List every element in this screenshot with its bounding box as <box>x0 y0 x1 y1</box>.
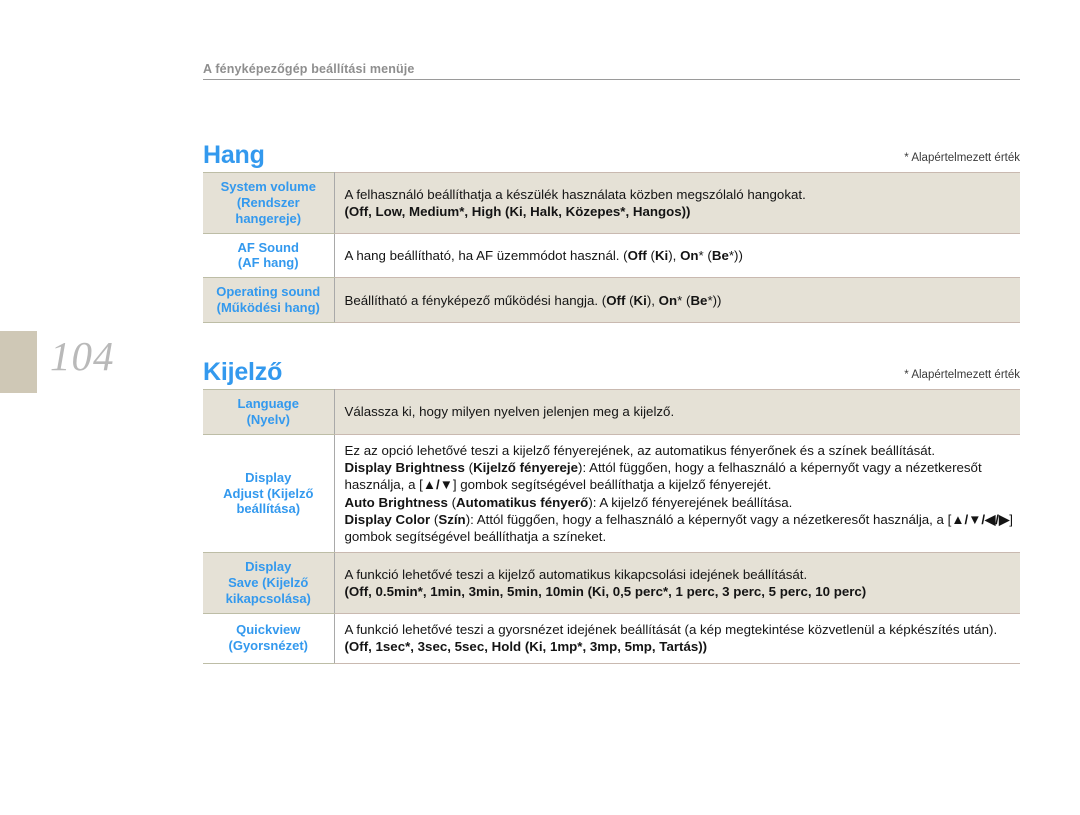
body-line: Válassza ki, hogy milyen nyelven jelenje… <box>344 404 675 420</box>
row-body-system-volume: A felhasználó beállíthatja a készülék ha… <box>334 172 1020 234</box>
body-line: Ez az opció lehetővé teszi a kijelző fén… <box>344 442 936 458</box>
row-label-hu-line2: hangereje) <box>235 210 302 226</box>
row-label-hu-line1: Adjust (Kijelző <box>223 485 314 501</box>
section-sound-head: Hang * Alapértelmezett érték <box>203 132 1020 168</box>
section-display-default-note: * Alapértelmezett érték <box>904 369 1020 381</box>
row-label-hu-line1: (AF hang) <box>237 255 299 271</box>
row-label-hu-line1: (Nyelv) <box>246 411 290 427</box>
row-label-language: Language (Nyelv) <box>203 389 335 435</box>
body-line-bold: (Off, 0.5min*, 1min, 3min, 5min, 10min (… <box>344 584 867 600</box>
section-sound-title: Hang <box>203 141 265 169</box>
body-line: Display Brightness (Kijelző fényereje): … <box>344 460 982 493</box>
row-body-af-sound: A hang beállítható, ha AF üzemmódot hasz… <box>334 232 1020 279</box>
row-label-en: System volume <box>220 179 316 194</box>
section-display: Kijelző * Alapértelmezett érték Language… <box>203 349 1020 664</box>
table-row: Language (Nyelv) Válassza ki, hogy milye… <box>203 389 1020 435</box>
table-row: Operating sound (Működési hang) Beállíth… <box>203 277 1020 324</box>
body-line-bold: (Off, 1sec*, 3sec, 5sec, Hold (Ki, 1mp*,… <box>344 639 708 655</box>
section-sound-default-note: * Alapértelmezett érték <box>904 152 1020 164</box>
page-number-decoration-block <box>0 331 37 393</box>
row-label-hu-line2: kikapcsolása) <box>225 591 311 607</box>
row-label-en: Display <box>245 469 292 485</box>
body-line: A funkció lehetővé teszi a kijelző autom… <box>344 566 808 582</box>
row-label-en: AF Sound <box>237 239 299 255</box>
table-row: AF Sound (AF hang) A hang beállítható, h… <box>203 232 1020 279</box>
body-line: Beállítható a fényképező működési hangja… <box>344 292 722 308</box>
row-body-display-adjust: Ez az opció lehetővé teszi a kijelző fén… <box>334 433 1020 554</box>
row-label-system-volume: System volume (Rendszer hangereje) <box>203 172 335 234</box>
section-display-title: Kijelző <box>203 358 283 386</box>
table-row: Display Adjust (Kijelző beállítása) Ez a… <box>203 433 1020 554</box>
row-body-language: Válassza ki, hogy milyen nyelven jelenje… <box>334 389 1020 435</box>
table-row: System volume (Rendszer hangereje) A fel… <box>203 172 1020 234</box>
row-label-en: Quickview <box>236 622 301 638</box>
sound-settings-table: System volume (Rendszer hangereje) A fel… <box>203 172 1020 324</box>
row-label-en: Operating sound <box>216 284 321 300</box>
row-label-en: Language <box>237 396 299 411</box>
table-row: Quickview (Gyorsnézet) A funkció lehetőv… <box>203 612 1020 664</box>
page-number: 104 <box>50 333 115 379</box>
body-line: Auto Brightness (Automatikus fényerő): A… <box>344 494 793 510</box>
row-label-display-adjust: Display Adjust (Kijelző beállítása) <box>203 433 335 554</box>
running-header-text: A fényképezőgép beállítási menüje <box>203 62 415 76</box>
section-display-head: Kijelző * Alapértelmezett érték <box>203 349 1020 385</box>
row-label-quickview: Quickview (Gyorsnézet) <box>203 612 335 664</box>
row-label-hu-line2: beállítása) <box>236 501 301 517</box>
section-sound: Hang * Alapértelmezett érték System volu… <box>203 132 1020 324</box>
row-label-hu-line1: (Működési hang) <box>216 300 320 316</box>
page-running-header: A fényképezőgép beállítási menüje <box>203 62 1020 80</box>
row-body-operating-sound: Beállítható a fényképező működési hangja… <box>334 277 1020 324</box>
row-label-af-sound: AF Sound (AF hang) <box>203 232 335 279</box>
row-label-display-save: Display Save (Kijelző kikapcsolása) <box>203 552 335 614</box>
display-settings-table: Language (Nyelv) Válassza ki, hogy milye… <box>203 389 1020 664</box>
table-row: Display Save (Kijelző kikapcsolása) A fu… <box>203 552 1020 614</box>
body-line: Display Color (Szín): Attól függően, hog… <box>344 511 1013 545</box>
row-label-hu-line1: Save (Kijelző <box>228 575 309 591</box>
body-line: A felhasználó beállíthatja a készülék ha… <box>344 186 806 202</box>
row-label-operating-sound: Operating sound (Működési hang) <box>203 277 335 324</box>
body-line-bold: (Off, Low, Medium*, High (Ki, Halk, Köze… <box>344 203 691 219</box>
row-body-display-save: A funkció lehetővé teszi a kijelző autom… <box>334 552 1020 614</box>
body-line: A hang beállítható, ha AF üzemmódot hasz… <box>344 247 743 263</box>
row-label-hu-line1: (Rendszer <box>236 194 300 210</box>
body-line: A funkció lehetővé teszi a gyorsnézet id… <box>344 621 998 637</box>
row-body-quickview: A funkció lehetővé teszi a gyorsnézet id… <box>334 612 1020 664</box>
row-label-en: Display <box>245 559 292 575</box>
row-label-hu-line1: (Gyorsnézet) <box>228 638 308 654</box>
